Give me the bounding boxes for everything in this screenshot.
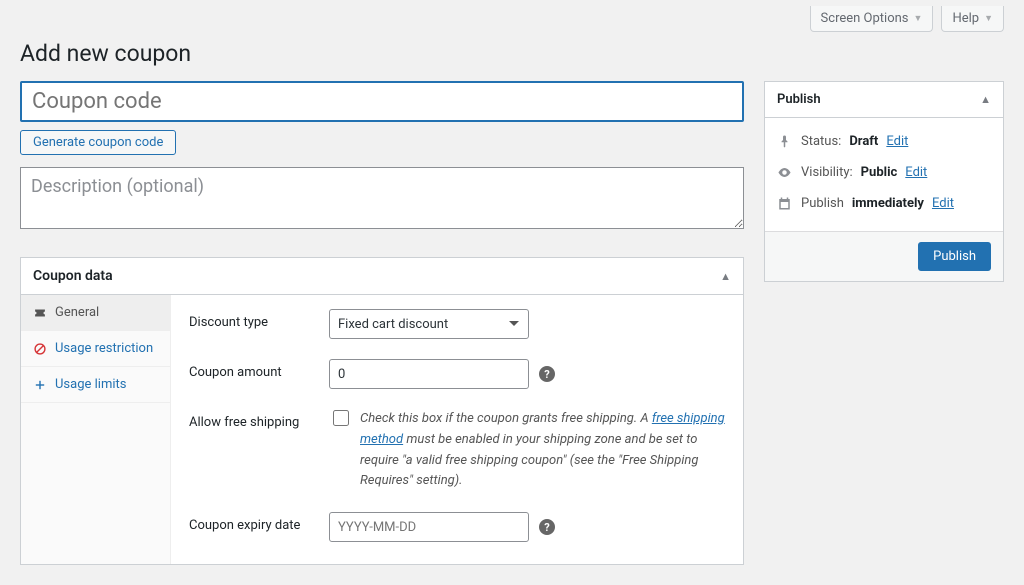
tab-usage-limits[interactable]: Usage limits: [21, 367, 170, 403]
publish-button[interactable]: Publish: [918, 242, 991, 271]
status-label: Status:: [801, 134, 841, 149]
visibility-value: Public: [861, 165, 898, 180]
schedule-value: immediately: [852, 196, 924, 211]
no-entry-icon: [33, 342, 47, 356]
plus-icon: [33, 378, 47, 392]
expiry-date-label: Coupon expiry date: [189, 512, 329, 533]
tab-usage-restriction[interactable]: Usage restriction: [21, 331, 170, 367]
free-shipping-checkbox[interactable]: [333, 410, 349, 426]
ticket-icon: [33, 306, 47, 320]
tab-usage-restriction-label: Usage restriction: [55, 341, 153, 356]
edit-schedule-link[interactable]: Edit: [932, 196, 954, 211]
tab-general-label: General: [55, 305, 99, 320]
discount-type-select[interactable]: Fixed cart discount: [329, 309, 529, 339]
coupon-code-input[interactable]: [20, 81, 744, 122]
expiry-date-input[interactable]: [329, 512, 529, 542]
help-icon[interactable]: ?: [539, 366, 555, 382]
publish-heading: Publish: [777, 92, 821, 107]
help-icon[interactable]: ?: [539, 519, 555, 535]
free-shipping-label: Allow free shipping: [189, 409, 329, 430]
coupon-data-metabox: Coupon data ▲ General: [20, 257, 744, 565]
pin-icon: [777, 134, 793, 149]
generate-coupon-code-button[interactable]: Generate coupon code: [20, 130, 176, 155]
status-value: Draft: [849, 134, 878, 149]
tab-usage-limits-label: Usage limits: [55, 377, 126, 392]
coupon-amount-input[interactable]: [329, 359, 529, 389]
metabox-toggle-icon[interactable]: ▲: [720, 270, 731, 283]
chevron-down-icon: ▼: [984, 13, 993, 24]
coupon-data-heading: Coupon data: [33, 268, 113, 284]
screen-options-label: Screen Options: [821, 11, 909, 26]
tab-general[interactable]: General: [21, 295, 170, 331]
free-shipping-description: Check this box if the coupon grants free…: [360, 409, 725, 492]
visibility-label: Visibility:: [801, 165, 853, 180]
calendar-icon: [777, 196, 793, 211]
help-button[interactable]: Help ▼: [941, 6, 1004, 32]
chevron-down-icon: ▼: [914, 13, 923, 24]
discount-type-label: Discount type: [189, 309, 329, 330]
help-label: Help: [952, 11, 979, 26]
edit-status-link[interactable]: Edit: [886, 134, 908, 149]
coupon-amount-label: Coupon amount: [189, 359, 329, 380]
schedule-label: Publish: [801, 196, 844, 211]
edit-visibility-link[interactable]: Edit: [905, 165, 927, 180]
eye-icon: [777, 165, 793, 180]
page-title: Add new coupon: [20, 40, 1004, 67]
screen-options-button[interactable]: Screen Options ▼: [810, 6, 934, 32]
metabox-toggle-icon[interactable]: ▲: [980, 93, 991, 106]
publish-metabox: Publish ▲ Status: Draft Edit: [764, 81, 1004, 282]
coupon-description-input[interactable]: [20, 167, 744, 229]
